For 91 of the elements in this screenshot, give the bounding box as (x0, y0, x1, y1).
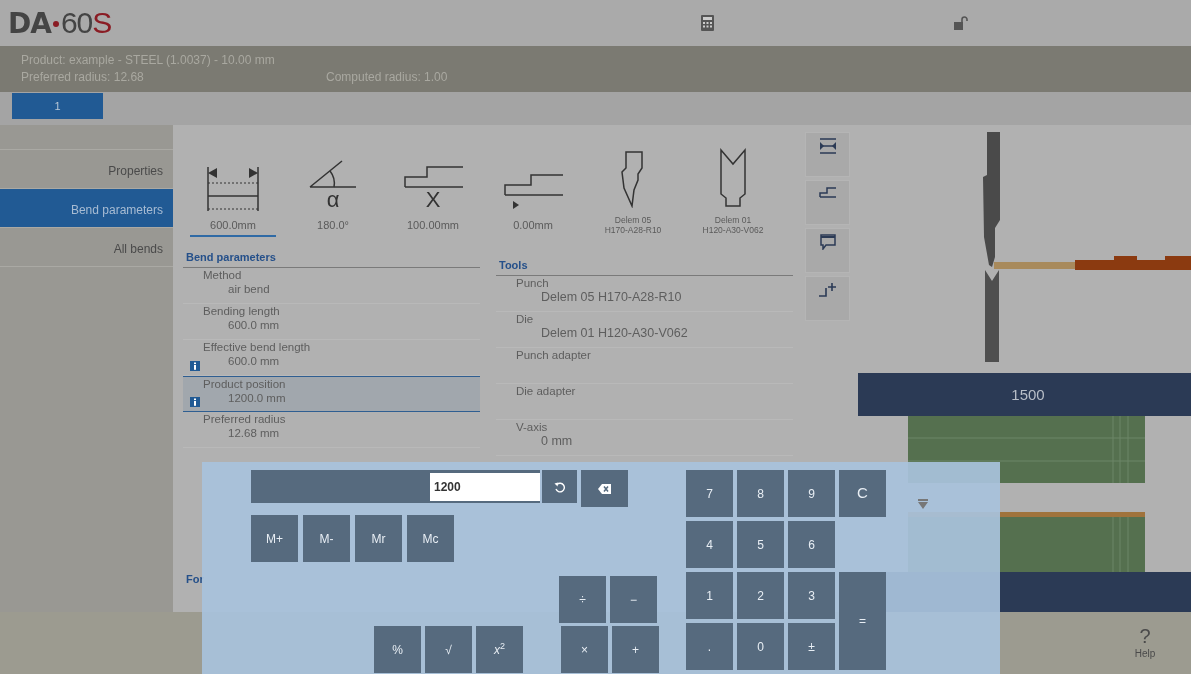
field-label: Die adapter (516, 384, 576, 397)
unlock-icon[interactable] (954, 16, 969, 30)
memory-key[interactable]: M+ (251, 515, 298, 562)
operator-key[interactable]: ÷ (559, 576, 606, 623)
tab[interactable]: 1 (12, 93, 103, 119)
field-label: Bending length (203, 304, 280, 317)
memory-key[interactable]: Mc (407, 515, 454, 562)
step-icon (817, 186, 838, 198)
number-key[interactable]: 2 (737, 572, 784, 619)
parameter-value[interactable]: 600.0mm (190, 219, 276, 238)
length-icon (205, 165, 261, 211)
parameter-value[interactable]: 180.0° (317, 219, 349, 238)
help-button[interactable]: ? Help (1115, 624, 1175, 662)
number-key[interactable]: 1 (686, 572, 733, 619)
parameter-row[interactable]: Product position 1200.0 mm (183, 375, 480, 412)
sidebar-item[interactable]: All bends (0, 227, 173, 267)
parameter-row[interactable]: Method air bend (183, 267, 480, 304)
parameter-value[interactable]: Delem 05 H170-A28-R10 (604, 216, 662, 241)
field-value: Delem 05 H170-A28-R10 (540, 289, 683, 304)
field-label: Product position (203, 377, 286, 390)
equals-key[interactable]: = (839, 572, 886, 670)
logo: DA 60S (8, 8, 112, 38)
memory-key[interactable]: Mr (355, 515, 402, 562)
tool-row[interactable]: Die adapter (496, 383, 793, 420)
tool-row[interactable]: V-axis 0 mm (496, 419, 793, 456)
parameter-row[interactable]: Effective bend length 600.0 mm (183, 339, 480, 376)
number-key[interactable]: 4 (686, 521, 733, 568)
number-key[interactable]: 7 (686, 470, 733, 517)
section-title: Bend parameters (183, 249, 480, 268)
tool-button[interactable] (805, 132, 850, 177)
backspace-button[interactable] (581, 470, 628, 507)
function-key[interactable]: √ (425, 626, 472, 673)
section-title: For (185, 571, 203, 587)
punch-icon (620, 150, 646, 209)
number-key[interactable]: 5 (737, 521, 784, 568)
add-bend-icon (817, 282, 838, 298)
angle-icon (308, 157, 358, 189)
tool-row[interactable]: Die Delem 01 H120-A30-V062 (496, 311, 793, 348)
parameter-row[interactable]: Bending length 600.0 mm (183, 303, 480, 340)
number-key[interactable]: 8 (737, 470, 784, 517)
tool-button[interactable] (805, 180, 850, 225)
field-label: Punch adapter (516, 348, 591, 361)
field-label: Punch (516, 276, 549, 289)
operator-key[interactable]: + (612, 626, 659, 673)
tool-row[interactable]: Punch Delem 05 H170-A28-R10 (496, 275, 793, 312)
field-label: Method (203, 268, 242, 281)
field-value: air bend (227, 281, 271, 296)
memory-key[interactable]: M- (303, 515, 350, 562)
number-key[interactable]: . (686, 623, 733, 670)
fit-icon (817, 138, 838, 154)
backspace-icon (598, 484, 611, 495)
info-icon[interactable] (190, 360, 200, 371)
field-value: 1200.0 mm (227, 390, 287, 405)
field-value: 600.0 mm (227, 353, 281, 368)
number-key[interactable]: 9 (788, 470, 835, 517)
info-icon[interactable] (190, 396, 200, 407)
parameter-row[interactable]: Preferred radius 12.68 mm (183, 411, 480, 448)
operator-key[interactable]: − (610, 576, 657, 623)
clear-key[interactable]: C (839, 470, 886, 517)
section-title: Tools (496, 257, 793, 276)
field-value: 12.68 mm (227, 425, 281, 440)
tool-button[interactable] (805, 228, 850, 273)
symbol-label: α (326, 189, 340, 211)
parameter-value[interactable]: 0.00mm (513, 219, 553, 238)
length-label: 1500 (1011, 386, 1045, 403)
tool-row[interactable]: Punch adapter (496, 347, 793, 384)
function-key[interactable]: x$^{2}$ (476, 626, 523, 673)
operator-key[interactable]: × (561, 626, 608, 673)
comment-icon (819, 234, 836, 250)
dropdown-arrow-icon[interactable] (918, 499, 928, 509)
number-key[interactable]: 0 (737, 623, 784, 670)
field-label: V-axis (516, 420, 548, 433)
value-field[interactable]: 1200 (430, 472, 540, 501)
function-key[interactable]: % (374, 626, 421, 673)
number-key[interactable]: ± (788, 623, 835, 670)
tool-button[interactable] (805, 276, 850, 321)
field-value: 600.0 mm (227, 317, 281, 332)
field-label: Effective bend length (203, 340, 311, 353)
field-label: Die (516, 312, 534, 325)
calculator-icon[interactable] (701, 15, 715, 31)
field-value: Delem 01 H120-A30-V062 (540, 325, 689, 340)
sidebar-item[interactable]: Bend parameters (0, 188, 173, 228)
field-label: Preferred radius (203, 412, 286, 425)
symbol-label: X (425, 189, 441, 211)
parameter-value[interactable]: Delem 01 H120-A30-V062 (702, 216, 764, 241)
number-key[interactable]: 6 (788, 521, 835, 568)
undo-icon (553, 481, 566, 494)
field-value: 0 mm (540, 433, 574, 448)
number-key[interactable]: 3 (788, 572, 835, 619)
parameter-value[interactable]: 100.00mm (407, 219, 459, 238)
die-icon (718, 148, 748, 209)
